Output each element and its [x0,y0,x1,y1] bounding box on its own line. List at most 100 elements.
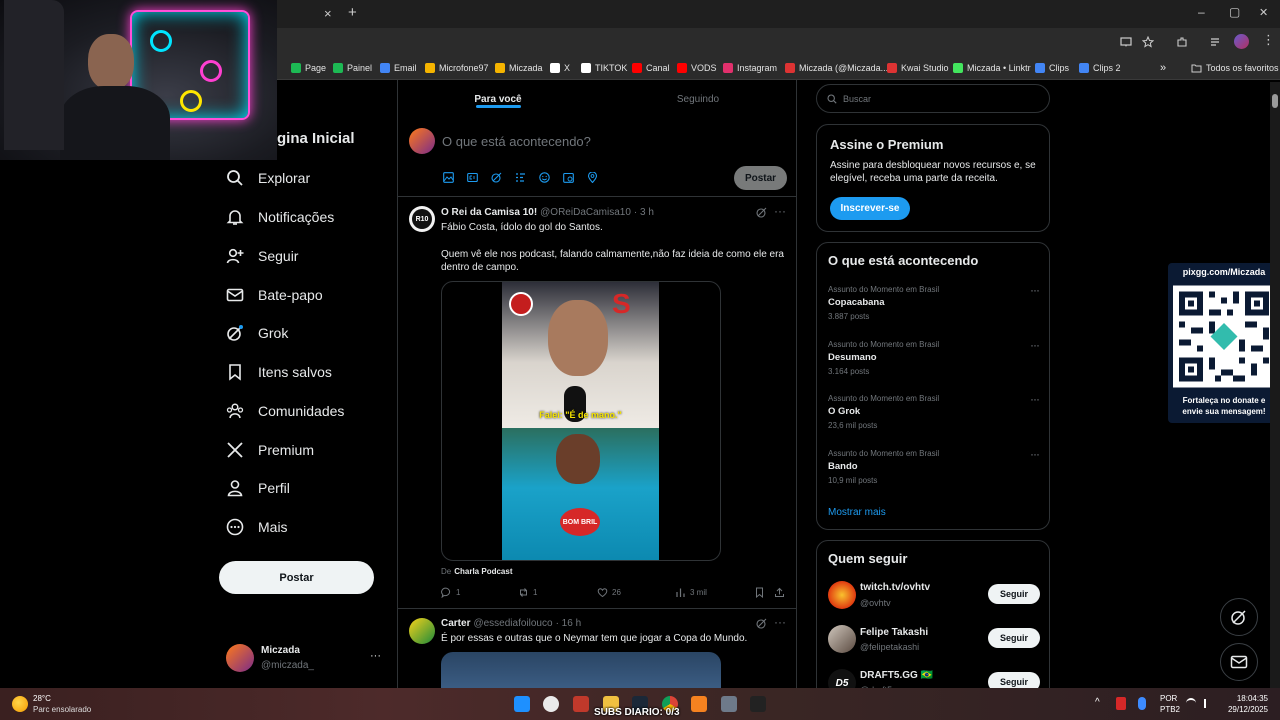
bookmark-linktree[interactable]: Miczada • Linktr [953,60,1031,76]
nav-profile[interactable]: Perfil [226,474,290,502]
close-window-button[interactable]: ✕ [1259,6,1268,19]
grok-icon[interactable] [491,172,502,183]
tweet-video[interactable]: S Falei: "É de mano." BOM BRIL [441,281,721,561]
bookmark-x[interactable]: X [550,60,570,76]
source-link[interactable]: Charla Podcast [454,567,512,576]
location-icon[interactable] [587,172,598,183]
cast-icon[interactable] [1120,36,1132,48]
weather-temp[interactable]: 28°C [33,694,51,703]
bookmark-miczada-x[interactable]: Miczada (@Miczada... [785,60,888,76]
page-scrollbar[interactable] [1270,82,1280,688]
chrome-menu-icon[interactable]: ⋮ [1262,32,1275,48]
trend-item[interactable]: Assunto do Momento em Brasil Desumano 3.… [828,340,1048,376]
follow-avatar[interactable] [828,625,856,653]
bookmark-vods[interactable]: VODS [677,60,717,76]
tab-close-button[interactable]: × [324,6,332,21]
bookmark-email[interactable]: Email [380,60,417,76]
maximize-button[interactable]: ▢ [1229,5,1240,19]
tweet-more-button[interactable]: ··· [774,204,786,218]
tweet-avatar[interactable]: R10 [409,206,435,232]
views-button[interactable]: 3 mil [675,587,707,598]
star-icon[interactable] [1142,36,1154,48]
new-tab-button[interactable]: + [348,4,357,21]
composer-input[interactable]: O que está acontecendo? [442,134,591,149]
wifi-icon[interactable] [1186,698,1196,708]
search-input[interactable]: Buscar [816,84,1050,113]
nav-more[interactable]: Mais [226,513,288,541]
trend-item[interactable]: Assunto do Momento em Brasil Copacabana … [828,285,1048,321]
media-control-icon[interactable] [1210,36,1222,48]
share-icon[interactable] [774,587,785,598]
emoji-icon[interactable] [539,172,550,183]
follow-name[interactable]: twitch.tv/ovhtv [860,582,930,593]
trend-more-button[interactable]: ··· [1030,338,1040,352]
poll-icon[interactable] [515,172,526,183]
trend-more-button[interactable]: ··· [1030,283,1040,297]
nav-chat[interactable]: Bate-papo [226,281,323,309]
subscribe-button[interactable]: Inscrever-se [830,197,910,220]
nav-notifications[interactable]: Notificações [226,203,334,231]
app-icon[interactable] [691,696,707,712]
post-button[interactable]: Postar [219,561,374,594]
microphone-icon[interactable] [1138,697,1146,710]
search-icon[interactable] [543,696,559,712]
follow-name[interactable]: DRAFT5.GG 🇧🇷 [860,670,933,681]
account-more-button[interactable]: ··· [370,650,381,662]
bookmark-instagram[interactable]: Instagram [723,60,777,76]
app-icon[interactable] [721,696,737,712]
image-icon[interactable] [443,172,454,183]
bookmark-painel[interactable]: Painel [333,60,372,76]
start-button-icon[interactable] [514,696,530,712]
profile-avatar[interactable] [1234,34,1249,49]
bookmark-clips[interactable]: Clips [1035,60,1069,76]
follow-name[interactable]: Felipe Takashi [860,627,928,638]
tweet-author[interactable]: O Rei da Camisa 10! [441,207,537,218]
tweet-more-button[interactable]: ··· [774,615,786,629]
bookmark-microfone97[interactable]: Microfone97 [425,60,489,76]
reply-button[interactable]: 1 [441,587,460,598]
schedule-icon[interactable] [563,172,574,183]
tray-app-icon[interactable] [1116,697,1126,710]
volume-icon[interactable] [1204,699,1214,708]
tab-for-you[interactable]: Para você [398,80,598,118]
bookmark-icon[interactable] [754,587,765,598]
nav-premium[interactable]: Premium [226,436,314,464]
weather-icon[interactable] [12,696,28,712]
composer-post-button[interactable]: Postar [734,166,787,190]
trend-item[interactable]: Assunto do Momento em Brasil O Grok 23,6… [828,394,1048,430]
trend-item[interactable]: Assunto do Momento em Brasil Bando 10,9 … [828,449,1048,485]
nav-communities[interactable]: Comunidades [226,397,344,425]
nav-bookmarks[interactable]: Itens salvos [226,358,332,386]
clock-date[interactable]: 29/12/2025 [1226,705,1268,714]
tweet-image[interactable] [441,652,721,688]
gif-icon[interactable] [467,172,478,183]
language-indicator[interactable]: POR [1160,694,1177,703]
tweet-handle[interactable]: @OReiDaCamisa10 [540,207,631,218]
tab-following[interactable]: Seguindo [598,80,796,118]
tweet-time[interactable]: · 16 h [556,618,582,629]
account-avatar[interactable] [226,644,254,672]
trend-more-button[interactable]: ··· [1030,392,1040,406]
tweet-handle[interactable]: @essediafoilouco [473,618,552,629]
tweet-author[interactable]: Carter [441,618,470,629]
follow-button[interactable]: Seguir [988,584,1040,604]
bookmark-clips-2[interactable]: Clips 2 [1079,60,1121,76]
messages-float-button[interactable] [1220,643,1258,681]
grok-icon[interactable] [756,618,767,629]
bookmark-page[interactable]: Page [291,60,326,76]
all-bookmarks-folder[interactable]: Todos os favoritos [1191,60,1279,76]
follow-avatar[interactable] [828,581,856,609]
show-more-link[interactable]: Mostrar mais [828,507,886,518]
clock-time[interactable]: 18:04:35 [1226,694,1268,703]
nav-home-label[interactable]: gina Inicial [277,130,355,147]
bookmark-miczada[interactable]: Miczada [495,60,543,76]
bookmark-canal[interactable]: Canal [632,60,670,76]
tweet-avatar[interactable] [409,618,435,644]
minimize-button[interactable]: – [1198,5,1205,19]
nav-grok[interactable]: Grok [226,319,288,347]
like-button[interactable]: 26 [597,587,621,598]
repost-button[interactable]: 1 [518,587,537,598]
grok-icon[interactable] [756,207,767,218]
follow-button[interactable]: Seguir [988,628,1040,648]
voice-app-icon[interactable] [573,696,589,712]
